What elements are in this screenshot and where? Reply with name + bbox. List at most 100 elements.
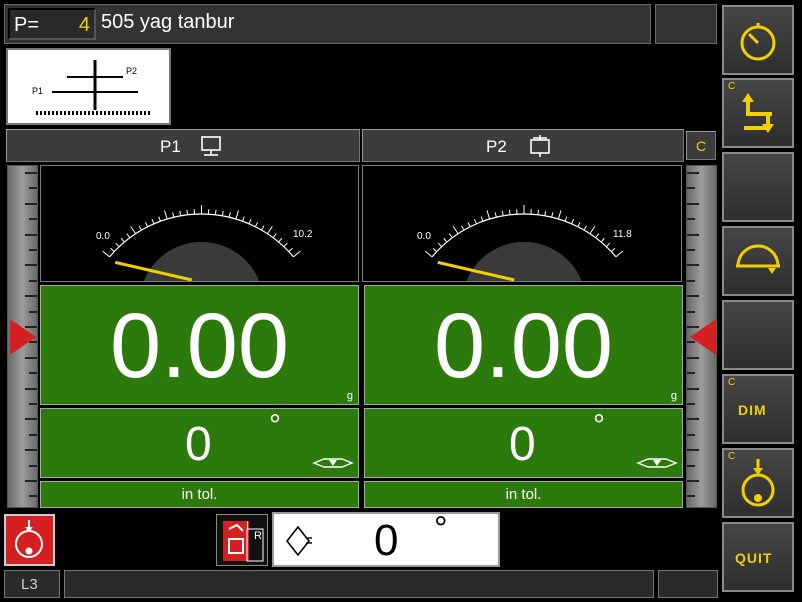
angle-panel-p1: 0 ° [40,408,359,478]
mode-i-label: I [246,520,250,532]
ruler-tick [687,172,699,174]
program-label: P= [14,14,40,36]
ruler-tick [25,449,37,452]
gauge-tick [278,237,283,243]
ruler-tick [687,480,699,482]
gauge-tick [437,242,443,248]
tolerance-text-p1: in tol. [181,486,218,503]
left-marker-icon [10,319,36,355]
program-number: 4 [78,14,90,36]
ruler-tick [29,218,37,221]
plane-header-p1[interactable]: P1 [6,129,360,162]
gauge-p2-svg [424,205,624,282]
gauge-p1: 0.0 10.2 [40,165,359,282]
gauge-p1-max: 10.2 [293,229,313,240]
gauge-tick [288,247,293,253]
ruler-tick [687,187,695,190]
angle-deg-p1: ° [269,409,281,442]
rotor-button[interactable] [722,226,794,296]
status-label: L3 [21,576,38,593]
ruler-tick [687,449,699,452]
ruler-tick [687,433,695,436]
ruler-tick [25,480,37,482]
angle-readout[interactable]: 0 ° [272,510,500,567]
gauge-p2-min: 0.0 [417,231,431,242]
ruler-tick [25,202,37,205]
diagram-label-p1: P1 [32,86,44,96]
gauge-tick [214,209,217,215]
gauge-tick [461,225,465,231]
gauge-tick [272,233,277,239]
position-button-c: C [728,451,736,462]
gauge-tick [571,219,574,225]
dim-button[interactable]: C DIM [722,374,794,444]
gauge-tick [551,212,554,218]
gauge-tick [158,216,161,222]
gauge-tick [615,250,624,258]
empty-button-1[interactable] [722,152,794,222]
c-button[interactable]: C [686,131,716,160]
ruler-tick [25,356,37,359]
gauge-tick [432,247,438,253]
plane-label-p1: P1 [160,137,181,156]
gauge-p2-max: 11.8 [613,229,632,240]
ruler-tick [687,387,699,390]
unit-p1: g [346,390,353,402]
empty-button-2[interactable] [722,300,794,370]
gauge-tick [110,247,115,253]
gauge-tick [577,222,581,227]
ruler-tick [29,495,37,498]
ruler-tick [25,387,37,390]
ruler-tick [687,403,695,405]
gauge-tick [610,247,616,253]
angle-readout-value: 0 [374,516,399,565]
ruler-tick [687,264,699,267]
quit-button[interactable]: QUIT [722,522,794,592]
rotor-angle-icon-p1 [312,458,354,468]
gauge-tick [508,209,511,215]
gauge-tick [186,209,189,215]
status-label-box: L3 [4,570,60,598]
gauge-tick [467,222,471,227]
ruler-tick [29,279,37,282]
gauge-tick [474,219,477,225]
ruler-tick [29,372,37,375]
gauge-tick [126,233,131,239]
ruler-tick [687,218,695,221]
angle-icon [285,525,312,557]
value-p2: 0.00 [433,295,614,397]
gauge-tick [248,219,252,225]
ruler-tick [687,418,699,421]
gauge-tick [228,212,231,218]
plane-header-p2[interactable]: P2 [362,129,684,162]
diagram-label-p2: P2 [126,66,138,76]
ruler-tick [29,433,37,436]
gauge-tick [605,242,611,248]
swap-button[interactable]: C [722,78,794,148]
ruler-tick [25,172,37,174]
ruler-tick [687,295,699,298]
value-panel-p1: 0.00 g [40,285,359,405]
tolerance-text-p2: in tol. [505,486,542,503]
gauge-tick [424,250,433,258]
gauge-tick [267,225,273,235]
right-marker-icon [690,319,716,355]
position-button[interactable]: C [722,448,794,518]
program-box[interactable]: P= 4 [8,8,96,40]
gauge-tick [537,209,540,215]
angle-p2: 0 [509,418,536,471]
mode-indicator[interactable]: I R [216,514,268,566]
gauge-tick [179,210,182,216]
timer-button[interactable] [722,5,794,75]
quit-label: QUIT [735,550,773,566]
gauge-tick [595,233,600,239]
gauge-tick [172,212,175,218]
gauge-tick [151,219,155,225]
rotor-diagram: P1 P2 [6,48,171,125]
ruler-tick [687,310,695,313]
index-button[interactable] [4,514,55,566]
gauge-p1-svg [102,205,301,282]
gauge-tick [242,216,245,222]
gauge-tick [120,237,125,243]
gauge-p1-min: 0.0 [96,231,110,242]
